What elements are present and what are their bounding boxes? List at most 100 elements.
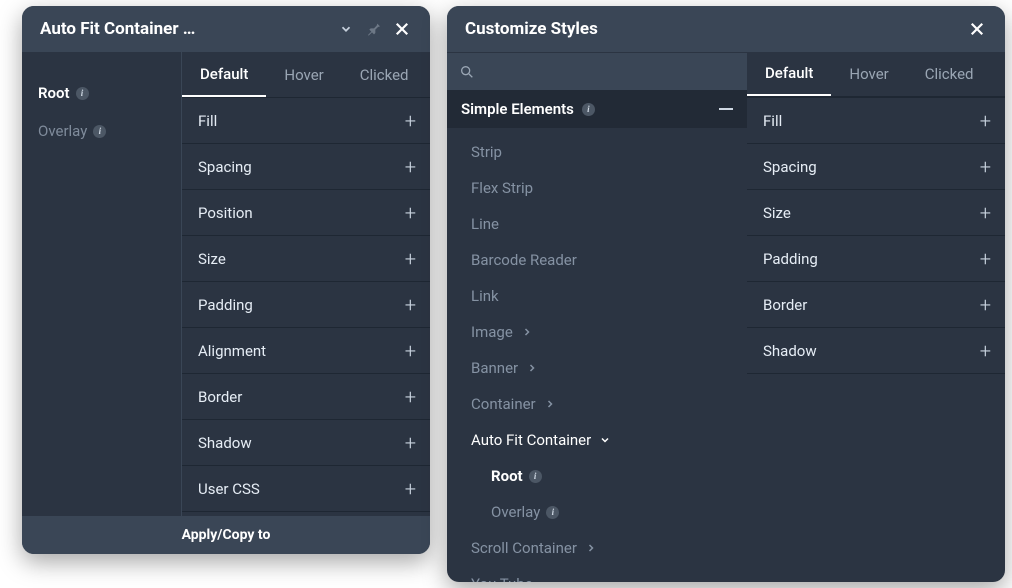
plus-icon: + <box>980 109 991 133</box>
customize-styles-panel: Customize Styles Simple Elements i Strip… <box>447 6 1005 582</box>
auto-fit-container-panel: Auto Fit Container … Root i Overlay i De… <box>22 6 430 554</box>
tab-default[interactable]: Default <box>182 52 266 97</box>
tree-node-link[interactable]: Link <box>447 278 747 314</box>
style-pane: Default Hover Clicked Fill + Spacing+ Siz… <box>747 52 1005 582</box>
prop-size[interactable]: Size+ <box>182 236 430 282</box>
tree-node-banner[interactable]: Banner <box>447 350 747 386</box>
section-title: Simple Elements <box>461 100 574 118</box>
tree-node-strip[interactable]: Strip <box>447 134 747 170</box>
tree-node-you-tube[interactable]: You Tube <box>447 566 747 582</box>
chevron-right-icon <box>544 398 556 410</box>
search-input[interactable] <box>483 64 735 80</box>
tree-node-label: Link <box>471 287 499 305</box>
tree-node-label: Overlay <box>491 503 540 521</box>
tree-node-label: Strip <box>471 143 502 161</box>
prop-label: Padding <box>198 296 253 314</box>
prop-position[interactable]: Position+ <box>182 190 430 236</box>
tree-node-scroll-container[interactable]: Scroll Container <box>447 530 747 566</box>
prop-label: Padding <box>763 250 818 268</box>
part-root[interactable]: Root i <box>22 74 181 112</box>
style-property-list: Fill+ Spacing+ Position+ Size+ Padding+ … <box>182 98 430 516</box>
apply-copy-to-button[interactable]: Apply/Copy to <box>22 516 430 554</box>
panel-title: Customize Styles <box>465 19 963 39</box>
pin-icon[interactable] <box>360 15 388 43</box>
chevron-right-icon <box>585 542 597 554</box>
tab-clicked[interactable]: Clicked <box>342 52 427 97</box>
tree-node-root[interactable]: Rooti <box>447 458 747 494</box>
tree-node-label: You Tube <box>471 575 533 582</box>
prop-fill[interactable]: Fill + <box>182 98 430 144</box>
plus-icon: + <box>405 339 416 363</box>
panel-header: Auto Fit Container … <box>22 6 430 52</box>
plus-icon: + <box>980 155 991 179</box>
prop-user-css[interactable]: User CSS + <box>182 466 430 512</box>
plus-icon: + <box>405 385 416 409</box>
tree-node-line[interactable]: Line <box>447 206 747 242</box>
prop-padding[interactable]: Padding + <box>182 282 430 328</box>
tab-default[interactable]: Default <box>747 52 831 96</box>
chevron-right-icon <box>521 326 533 338</box>
chevron-right-icon <box>526 362 538 374</box>
panel-dropdown-icon[interactable] <box>332 15 360 43</box>
prop-label: Spacing <box>198 158 252 176</box>
plus-icon: + <box>405 293 416 317</box>
plus-icon: + <box>980 293 991 317</box>
plus-icon: + <box>405 247 416 271</box>
panel-title: Auto Fit Container … <box>40 19 328 39</box>
prop-label: User CSS <box>198 480 260 498</box>
info-icon[interactable]: i <box>93 125 106 138</box>
prop-label: Alignment <box>198 342 266 360</box>
tree-node-auto-fit-container[interactable]: Auto Fit Container <box>447 422 747 458</box>
part-overlay[interactable]: Overlay i <box>22 112 181 150</box>
prop-size[interactable]: Size + <box>747 190 1005 236</box>
prop-label: Fill <box>763 112 782 130</box>
plus-icon: + <box>405 109 416 133</box>
close-icon[interactable] <box>963 15 991 43</box>
prop-label: Border <box>198 388 242 406</box>
tab-clicked[interactable]: Clicked <box>907 52 992 96</box>
search-icon <box>459 64 475 80</box>
state-tabs: Default Hover Clicked <box>747 52 1005 98</box>
prop-label: Size <box>763 204 791 222</box>
info-icon[interactable]: i <box>546 506 559 519</box>
prop-label: Fill <box>198 112 217 130</box>
tree-node-label: Line <box>471 215 499 233</box>
section-simple-elements[interactable]: Simple Elements i <box>447 90 747 128</box>
tree-node-label: Flex Strip <box>471 179 533 197</box>
prop-spacing[interactable]: Spacing+ <box>747 144 1005 190</box>
info-icon[interactable]: i <box>76 87 89 100</box>
tab-hover[interactable]: Hover <box>266 52 341 97</box>
tree-node-label: Banner <box>471 359 518 377</box>
search-box[interactable] <box>447 52 747 90</box>
info-icon[interactable]: i <box>529 470 542 483</box>
plus-icon: + <box>405 477 416 501</box>
tree-node-image[interactable]: Image <box>447 314 747 350</box>
tree-node-flex-strip[interactable]: Flex Strip <box>447 170 747 206</box>
plus-icon: + <box>405 201 416 225</box>
tree-node-label: Image <box>471 323 513 341</box>
element-tree: Strip Flex Strip Line Barcode Reader Link Ima… <box>447 128 747 582</box>
tree-node-container[interactable]: Container <box>447 386 747 422</box>
prop-padding[interactable]: Padding+ <box>747 236 1005 282</box>
element-tree-pane: Simple Elements i Strip Flex Strip Line Bar… <box>447 52 747 582</box>
tree-node-label: Auto Fit Container <box>471 431 591 449</box>
collapse-icon <box>719 108 733 110</box>
prop-fill[interactable]: Fill + <box>747 98 1005 144</box>
prop-alignment[interactable]: Alignment + <box>182 328 430 374</box>
prop-border[interactable]: Border + <box>747 282 1005 328</box>
part-label: Root <box>38 84 70 102</box>
close-icon[interactable] <box>388 15 416 43</box>
tree-node-overlay[interactable]: Overlay i <box>447 494 747 530</box>
tab-hover[interactable]: Hover <box>831 52 906 96</box>
plus-icon: + <box>980 201 991 225</box>
tree-node-label: Container <box>471 395 536 413</box>
prop-shadow[interactable]: Shadow+ <box>182 420 430 466</box>
element-part-list: Root i Overlay i <box>22 52 182 516</box>
info-icon[interactable]: i <box>582 103 595 116</box>
prop-shadow[interactable]: Shadow+ <box>747 328 1005 374</box>
prop-label: Shadow <box>198 434 252 452</box>
prop-label: Border <box>763 296 807 314</box>
prop-spacing[interactable]: Spacing+ <box>182 144 430 190</box>
tree-node-barcode-reader[interactable]: Barcode Reader <box>447 242 747 278</box>
prop-border[interactable]: Border + <box>182 374 430 420</box>
